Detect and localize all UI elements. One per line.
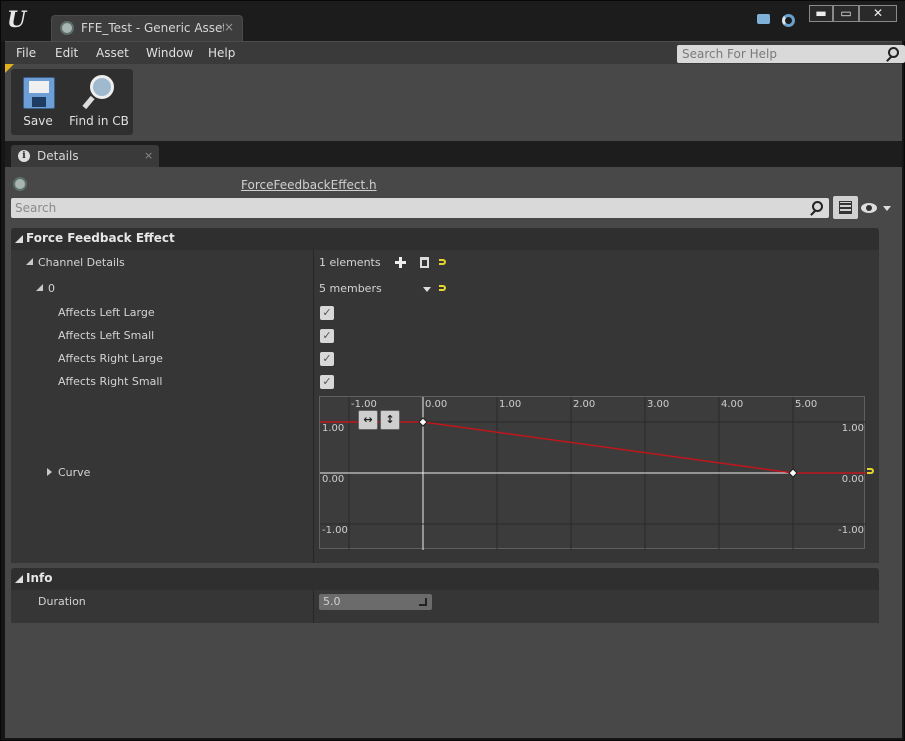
menu-asset[interactable]: Asset xyxy=(96,46,129,60)
affects-right-large-label: Affects Right Large xyxy=(58,352,163,365)
duration-field[interactable]: 5.0 xyxy=(319,594,432,610)
column-splitter[interactable] xyxy=(313,250,314,563)
view-options-button[interactable] xyxy=(861,202,891,214)
close-window-button[interactable]: ✕ xyxy=(859,5,897,22)
curve-y-tick-label-right: -1.00 xyxy=(838,525,864,536)
affects-left-small-checkbox[interactable]: ✓ xyxy=(320,329,334,343)
category-title: Info xyxy=(26,571,53,585)
curve-x-tick-label: 1.00 xyxy=(499,399,521,410)
info-properties xyxy=(11,590,879,623)
affects-right-small-label: Affects Right Small xyxy=(58,375,163,388)
curve-y-tick-label-left: 0.00 xyxy=(322,474,344,485)
expand-arrow-icon[interactable] xyxy=(47,468,52,476)
curve-x-tick-label: 4.00 xyxy=(721,399,743,410)
editor-window: U FFE_Test - Generic Asset E × ▬ ▭ ✕ Fil… xyxy=(0,0,905,741)
sync-icon[interactable] xyxy=(782,14,798,28)
curve-label: Curve xyxy=(58,466,91,479)
tab-details[interactable]: i Details × xyxy=(11,145,159,167)
curve-x-tick-label: 0.00 xyxy=(425,399,447,410)
curve-x-tick-label: -1.00 xyxy=(351,399,377,410)
curve-key[interactable] xyxy=(788,468,798,478)
affects-left-large-checkbox[interactable]: ✓ xyxy=(320,306,334,320)
search-icon xyxy=(812,201,823,212)
toolbar-area xyxy=(5,64,902,141)
delete-all-icon[interactable] xyxy=(420,257,429,268)
save-button[interactable]: Save xyxy=(11,69,65,135)
details-tab-close-icon[interactable]: × xyxy=(144,149,153,162)
curve-key[interactable] xyxy=(418,417,428,427)
save-icon xyxy=(23,77,55,109)
unreal-logo-icon[interactable]: U xyxy=(7,7,33,33)
collapse-triangle-icon xyxy=(15,575,23,583)
find-in-cb-label: Find in CB xyxy=(69,114,129,128)
property-search-placeholder: Search xyxy=(15,201,57,215)
curve-line xyxy=(320,421,866,474)
add-element-icon[interactable] xyxy=(395,257,406,268)
maximize-button[interactable]: ▭ xyxy=(833,5,859,22)
reset-to-default-icon[interactable] xyxy=(867,468,874,474)
document-tab[interactable]: FFE_Test - Generic Asset E × xyxy=(51,15,243,41)
element-members-count: 5 members xyxy=(319,282,382,295)
document-tab-label: FFE_Test - Generic Asset E xyxy=(81,21,224,35)
curve-x-tick-label: 2.00 xyxy=(573,399,595,410)
collapse-triangle-icon xyxy=(15,235,23,243)
reset-to-default-icon[interactable] xyxy=(439,259,446,265)
property-matrix-button[interactable] xyxy=(833,196,858,219)
duration-label: Duration xyxy=(38,595,86,608)
grid-icon xyxy=(839,201,852,214)
chat-icon[interactable] xyxy=(757,14,773,28)
category-info[interactable]: Info xyxy=(11,568,879,590)
zoom-fit-horizontal-button[interactable]: ↔ xyxy=(358,410,378,430)
expand-triangle-icon[interactable] xyxy=(36,284,43,291)
column-splitter[interactable] xyxy=(313,590,314,623)
affects-left-large-label: Affects Left Large xyxy=(58,306,155,319)
affects-right-small-checkbox[interactable]: ✓ xyxy=(320,375,334,389)
info-icon: i xyxy=(18,150,30,162)
zoom-fit-vertical-button[interactable]: ↕ xyxy=(380,410,400,430)
source-file-link[interactable]: ForceFeedbackEffect.h xyxy=(241,178,377,192)
curve-y-tick-label-left: -1.00 xyxy=(322,525,348,536)
expand-triangle-icon[interactable] xyxy=(26,258,33,265)
reset-to-default-icon[interactable] xyxy=(439,285,446,291)
magnifier-icon xyxy=(82,75,116,110)
eye-icon xyxy=(861,203,877,213)
element-options-dropdown[interactable] xyxy=(423,287,431,292)
menu-window[interactable]: Window xyxy=(146,46,193,60)
menu-file[interactable]: File xyxy=(16,46,36,60)
force-feedback-asset-icon xyxy=(60,21,74,35)
affects-left-small-label: Affects Left Small xyxy=(58,329,155,342)
duration-value: 5.0 xyxy=(323,595,341,608)
minimize-button[interactable]: ▬ xyxy=(809,5,833,22)
help-search-input[interactable]: Search For Help xyxy=(677,45,905,63)
resize-grip-icon xyxy=(419,598,427,606)
search-icon xyxy=(888,47,899,58)
save-label: Save xyxy=(23,114,53,128)
force-feedback-class-icon xyxy=(13,177,27,191)
curve-editor[interactable]: -1.00 0.00 1.00 2.00 3.00 4.00 5.00 1.00 1.00 0.0… xyxy=(319,396,866,550)
document-tab-close-icon[interactable]: × xyxy=(224,20,234,34)
category-title: Force Feedback Effect xyxy=(26,231,175,245)
curve-x-tick-label: 5.00 xyxy=(795,399,817,410)
chevron-down-icon xyxy=(883,206,891,211)
details-tab-label: Details xyxy=(37,149,79,163)
curve-graph[interactable]: -1.00 0.00 1.00 2.00 3.00 4.00 5.00 1.00 1.00 0.0… xyxy=(320,397,866,550)
property-search-input[interactable]: Search xyxy=(11,198,829,218)
curve-x-tick-label: 3.00 xyxy=(647,399,669,410)
channel-details-label: Channel Details xyxy=(38,256,125,269)
asset-toolbar: Save Find in CB xyxy=(11,69,133,135)
help-search-placeholder: Search For Help xyxy=(682,47,777,61)
menu-bar: File Edit Asset Window Help Search For H… xyxy=(5,41,905,64)
curve-y-tick-label-left: 1.00 xyxy=(322,423,344,434)
affects-right-large-checkbox[interactable]: ✓ xyxy=(320,352,334,366)
title-bar: U FFE_Test - Generic Asset E × ▬ ▭ ✕ xyxy=(1,1,905,41)
menu-help[interactable]: Help xyxy=(208,46,235,60)
channel-details-count: 1 elements xyxy=(319,256,381,269)
menu-edit[interactable]: Edit xyxy=(55,46,78,60)
curve-y-tick-label-right: 0.00 xyxy=(842,474,864,485)
category-force-feedback-effect[interactable]: Force Feedback Effect xyxy=(11,228,879,250)
curve-y-tick-label-right: 1.00 xyxy=(842,423,864,434)
element-index-label: 0 xyxy=(48,282,55,295)
find-in-content-browser-button[interactable]: Find in CB xyxy=(67,69,131,135)
